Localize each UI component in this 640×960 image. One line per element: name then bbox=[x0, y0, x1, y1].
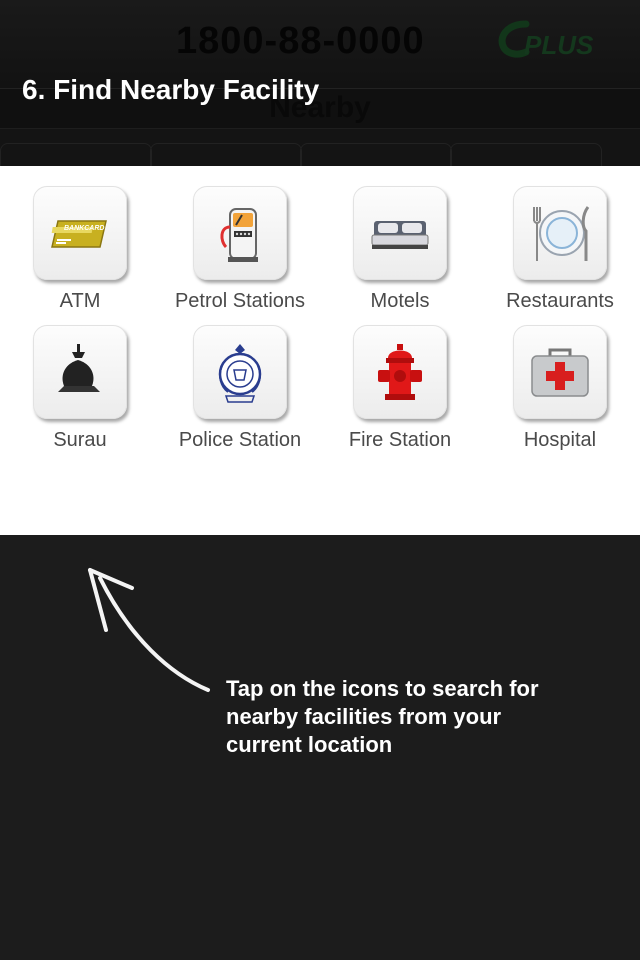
facility-petrol-stations[interactable]: Petrol Stations bbox=[160, 186, 320, 325]
facility-fire-station[interactable]: Fire Station bbox=[320, 325, 480, 464]
facility-label: Motels bbox=[370, 290, 430, 312]
facility-tile[interactable] bbox=[513, 325, 607, 419]
plate-cutlery-icon bbox=[533, 206, 590, 261]
facility-hospital[interactable]: Hospital bbox=[480, 325, 640, 464]
bed-icon bbox=[371, 221, 429, 249]
hand-drawn-arrow-icon bbox=[88, 568, 210, 692]
plus-logo: PLUS bbox=[498, 20, 594, 60]
facility-tile[interactable]: BANKCARD bbox=[33, 186, 127, 280]
facility-tile[interactable] bbox=[193, 186, 287, 280]
fire-hydrant-icon bbox=[378, 344, 422, 400]
app-tabs bbox=[0, 128, 640, 168]
facility-label: ATM bbox=[59, 290, 101, 312]
svg-text:BANKCARD: BANKCARD bbox=[64, 225, 104, 232]
facility-tile[interactable] bbox=[353, 186, 447, 280]
step-title: 6. Find Nearby Facility bbox=[22, 74, 320, 105]
facility-tile[interactable] bbox=[33, 325, 127, 419]
facility-label: Surau bbox=[53, 429, 107, 451]
tab-ghost bbox=[300, 143, 452, 168]
atm-card-icon: BANKCARD bbox=[51, 220, 107, 248]
facility-grid: BANKCARD ATM Petrol Stations Motels Rest… bbox=[0, 186, 640, 464]
tab-ghost bbox=[0, 143, 152, 168]
facility-restaurants[interactable]: Restaurants bbox=[480, 186, 640, 325]
facility-tile[interactable] bbox=[193, 325, 287, 419]
facility-label: Hospital bbox=[523, 429, 597, 451]
police-badge-icon bbox=[218, 344, 262, 403]
facility-motels[interactable]: Motels bbox=[320, 186, 480, 325]
facility-tile[interactable] bbox=[513, 186, 607, 280]
facility-police-station[interactable]: Police Station bbox=[160, 325, 320, 464]
facility-label: Petrol Stations bbox=[174, 290, 306, 312]
facility-surau[interactable]: Surau bbox=[0, 325, 160, 464]
hint-text: Tap on the icons to search for nearby fa… bbox=[226, 676, 539, 757]
facility-label: Police Station bbox=[178, 429, 302, 451]
facility-label: Restaurants bbox=[506, 290, 614, 312]
first-aid-kit-icon bbox=[531, 348, 589, 397]
fuel-pump-icon bbox=[220, 208, 258, 262]
facility-tile[interactable] bbox=[353, 325, 447, 419]
tab-ghost bbox=[150, 143, 302, 168]
hotline-number: 1800-88-0000 bbox=[176, 20, 425, 62]
facility-panel: BANKCARD ATM Petrol Stations Motels Rest… bbox=[0, 166, 640, 535]
facility-label: Fire Station bbox=[348, 429, 452, 451]
facility-atm[interactable]: BANKCARD ATM bbox=[0, 186, 160, 325]
plus-logo-text: PLUS bbox=[524, 30, 594, 60]
mosque-dome-icon bbox=[58, 344, 100, 392]
tab-ghost bbox=[450, 143, 602, 168]
